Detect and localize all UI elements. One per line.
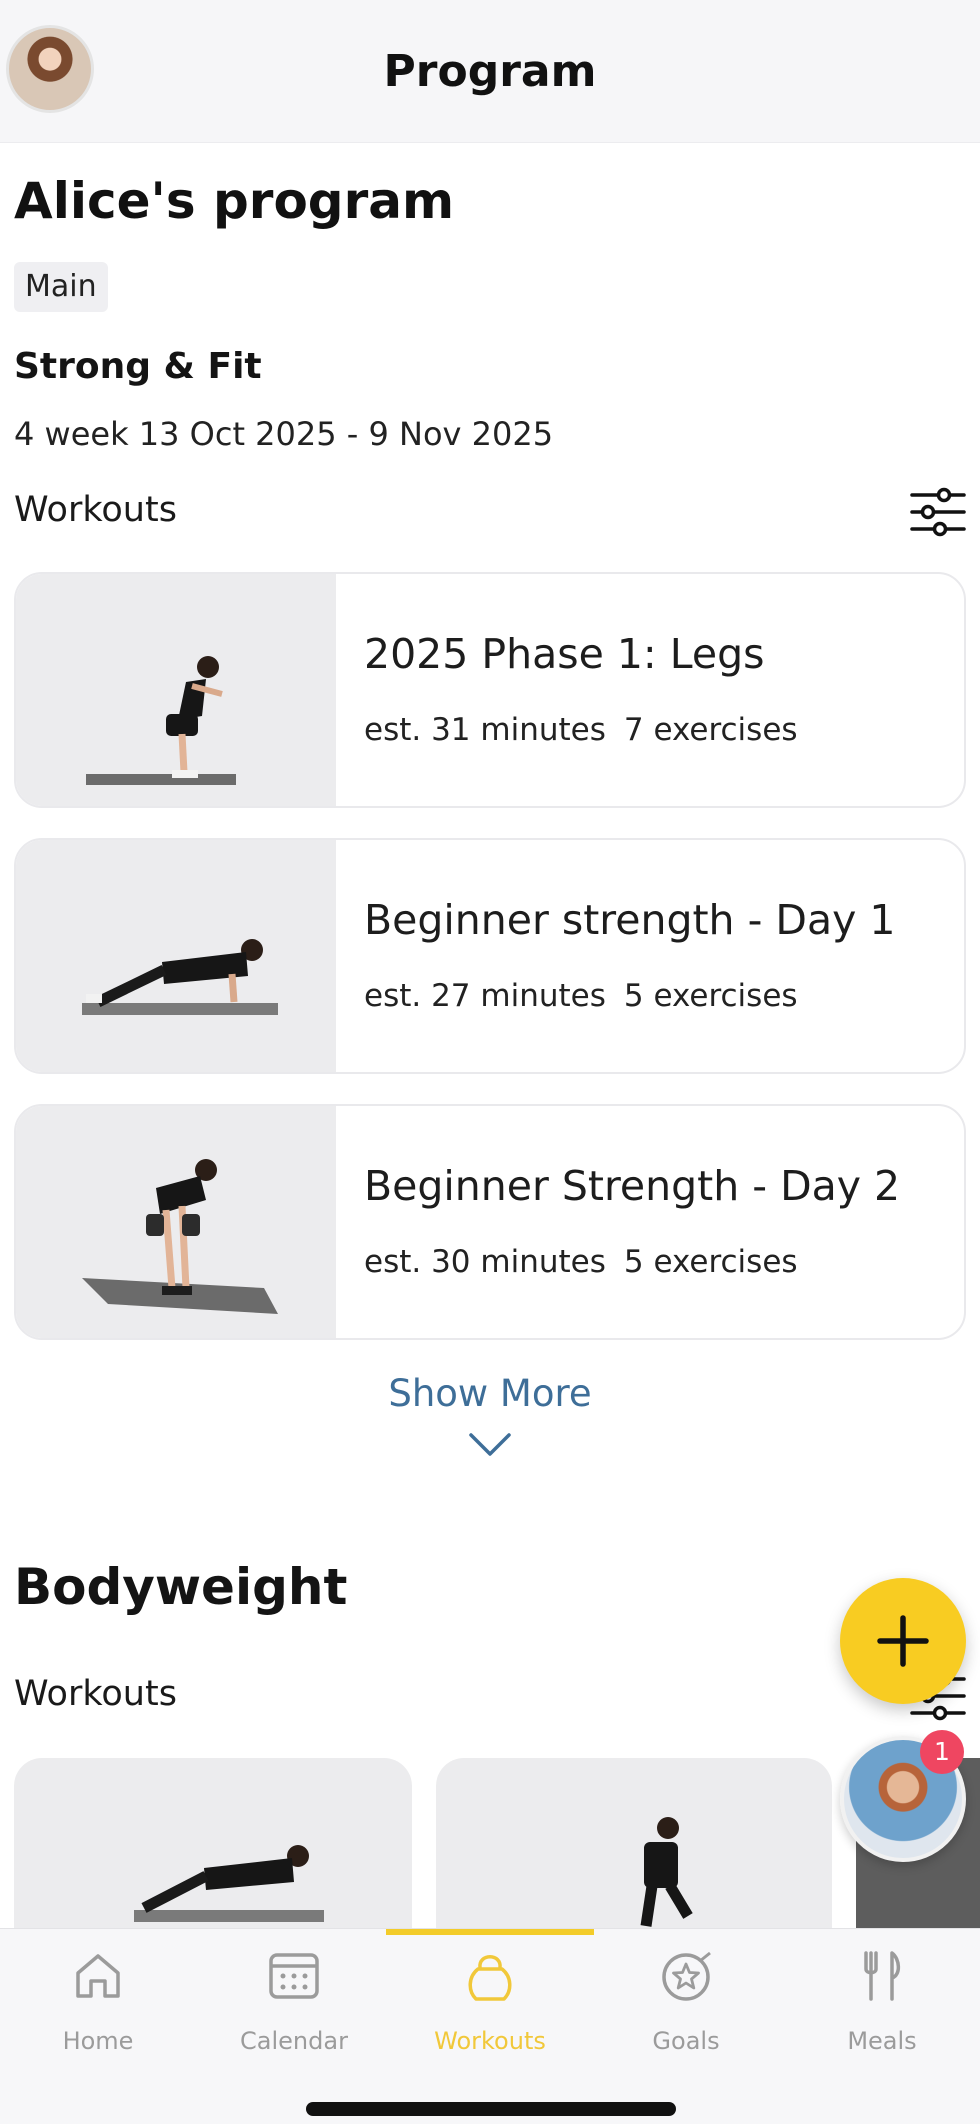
- workout-exercise-count: 7 exercises: [623, 712, 798, 748]
- workout-duration: est. 30 minutes: [364, 1244, 606, 1280]
- bodyweight-workouts-label: Workouts: [14, 1674, 177, 1714]
- workout-card[interactable]: Beginner Strength - Day 2 est. 30 minute…: [14, 1104, 966, 1340]
- add-button[interactable]: [840, 1578, 966, 1704]
- home-indicator: [306, 2102, 676, 2116]
- plan-dates: 4 week 13 Oct 2025 - 9 Nov 2025: [14, 415, 554, 453]
- bodyweight-section-title: Bodyweight: [14, 1558, 348, 1616]
- target-star-icon: [662, 1951, 711, 2001]
- plan-name: Strong & Fit: [14, 346, 262, 387]
- tab-home[interactable]: Home: [0, 1929, 196, 2059]
- bodyweight-workout-card[interactable]: [14, 1758, 412, 1928]
- calendar-icon: [269, 1953, 319, 1999]
- fork-knife-icon: [864, 1951, 901, 2001]
- workout-title: Beginner Strength - Day 2: [364, 1162, 901, 1210]
- tab-label: Meals: [847, 2027, 917, 2055]
- workouts-label: Workouts: [14, 490, 177, 530]
- tab-label: Calendar: [240, 2027, 348, 2055]
- bottom-tab-bar: Home Calendar Workouts Goals Meals: [0, 1928, 980, 2124]
- workout-title: 2025 Phase 1: Legs: [364, 630, 765, 678]
- workout-thumbnail: [16, 840, 336, 1072]
- tab-workouts[interactable]: Workouts: [392, 1929, 588, 2059]
- program-title: Alice's program: [14, 172, 455, 230]
- program-tag: Main: [14, 262, 108, 312]
- workout-meta: est. 31 minutes 7 exercises: [364, 712, 798, 748]
- workout-title: Beginner strength - Day 1: [364, 896, 896, 944]
- kettlebell-icon: [468, 1955, 512, 2001]
- bodyweight-workout-card[interactable]: [436, 1758, 832, 1928]
- tab-goals[interactable]: Goals: [588, 1929, 784, 2059]
- notification-badge: 1: [920, 1730, 964, 1774]
- workout-meta: est. 27 minutes 5 exercises: [364, 978, 798, 1014]
- workout-thumbnail: [134, 1845, 324, 1922]
- workout-card[interactable]: Beginner strength - Day 1 est. 27 minute…: [14, 838, 966, 1074]
- plus-icon: [877, 1615, 929, 1667]
- workout-duration: est. 31 minutes: [364, 712, 606, 748]
- filter-icon[interactable]: [910, 486, 966, 538]
- home-icon: [76, 1954, 120, 1998]
- workout-thumbnail: [16, 574, 336, 806]
- workout-thumbnail: [640, 1817, 693, 1927]
- top-header: Program: [0, 0, 980, 143]
- tab-label: Workouts: [434, 2027, 546, 2055]
- tab-calendar[interactable]: Calendar: [196, 1929, 392, 2059]
- workout-meta: est. 30 minutes 5 exercises: [364, 1244, 798, 1280]
- tab-meals[interactable]: Meals: [784, 1929, 980, 2059]
- workout-duration: est. 27 minutes: [364, 978, 606, 1014]
- show-more-link[interactable]: Show More: [330, 1372, 650, 1415]
- chevron-down-icon[interactable]: [468, 1432, 512, 1458]
- workout-exercise-count: 5 exercises: [623, 978, 798, 1014]
- page-title: Program: [383, 46, 597, 97]
- workout-card[interactable]: 2025 Phase 1: Legs est. 31 minutes 7 exer…: [14, 572, 966, 808]
- workout-exercise-count: 5 exercises: [623, 1244, 798, 1280]
- tab-label: Goals: [652, 2027, 720, 2055]
- workout-thumbnail: [16, 1106, 336, 1338]
- tab-label: Home: [62, 2027, 134, 2055]
